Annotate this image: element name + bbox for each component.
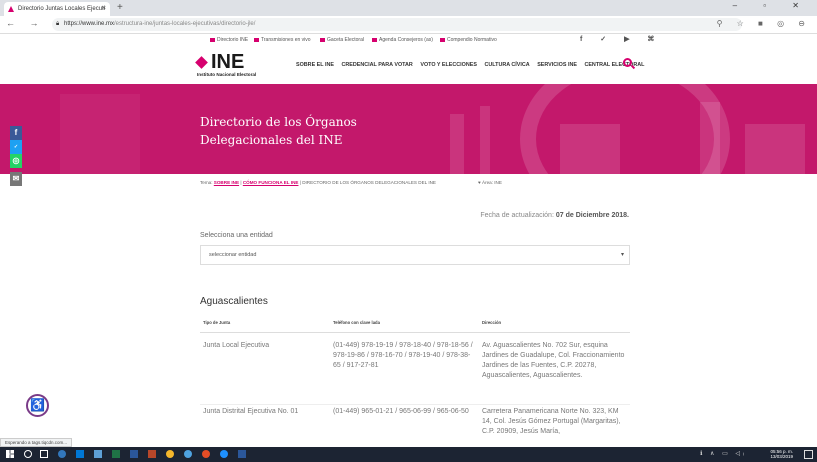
task-view-icon[interactable] [40,450,48,458]
util-link-transmisiones[interactable]: Transmisiones en vivo [254,37,311,43]
logo-text: INE [211,51,245,73]
update-date-label: Fecha de actualización: [480,212,556,219]
main-nav: SOBRE EL INE CREDENCIAL PARA VOTAR VOTO … [296,62,650,68]
clock[interactable]: 05:56 p. m. 13/03/2019 [770,449,793,459]
entity-select[interactable]: seleccionar entidad ▾ [200,245,630,265]
utility-bar: Directorio INE Transmisiones en vivo Gac… [0,34,817,46]
window-controls[interactable]: – ▫ ✕ [733,1,811,10]
page-title: Directorio de los Órganos Delegacionales… [200,115,357,147]
cell-direccion: Carretera Panamericana Norte No. 323, KM… [482,408,621,435]
tab-close-icon[interactable]: × [102,2,106,16]
cell-tipo: Junta Local Ejecutiva [203,342,270,349]
cell-tipo: Junta Distrital Ejecutiva No. 01 [203,408,299,415]
browser-tab[interactable]: Directorio Juntas Locales Ejecuti × [4,2,110,16]
url-path: /estructura-ine/juntas-locales-ejecutiva… [114,21,256,27]
powerpoint-icon[interactable] [148,450,156,458]
new-tab-button[interactable]: + [117,2,123,13]
breadcrumb-current: | DIRECTORIO DE LOS ÓRGANOS DELEGACIONAL… [298,180,436,185]
browser-status-bar: Esperando a tags.tiqcdn.com... [0,438,73,447]
table-row: Junta Local Ejecutiva (01-449) 978-19-19… [200,333,630,405]
table-header: Tipo de Junta Teléfono con clave lada Di… [200,317,630,333]
excel-icon[interactable] [112,450,120,458]
nav-voto-elecciones[interactable]: VOTO Y ELECCIONES [420,62,477,68]
update-date-value: 07 de Diciembre 2018. [555,212,629,219]
url-field[interactable]: 🔒︎ https://www.ine.mx/estructura-ine/jun… [52,18,742,31]
util-link-directorio[interactable]: Directorio INE [210,37,248,43]
column-header-tipo: Tipo de Junta [203,320,231,325]
lock-icon: 🔒︎ [56,21,60,27]
breadcrumb-prefix: Tema: [200,180,214,185]
firefox-icon[interactable] [202,450,210,458]
hero-building-decoration [60,94,140,174]
address-bar-row: ← → C 🔒︎ https://www.ine.mx/estructura-i… [0,16,817,34]
clock-date: 13/03/2019 [770,454,793,459]
util-link-compendio[interactable]: Compendio Normativo [440,37,497,43]
store-icon[interactable] [76,450,84,458]
word-icon[interactable] [130,450,138,458]
browser-tab-strip: Directorio Juntas Locales Ejecuti × + – … [0,0,817,16]
column-header-telefono: Teléfono con clave lada [333,320,380,325]
breadcrumb-link-como-funciona[interactable]: CÓMO FUNCIONA EL INE [243,180,299,185]
chevron-down-icon: ▾ [620,252,624,258]
social-top-icons[interactable]: f ✓ ▶ ⌘ [580,35,662,43]
twitter-share-icon[interactable]: ✓ [10,140,22,154]
util-link-agenda[interactable]: Agenda Consejeros (as) [372,37,433,43]
whatsapp-share-icon[interactable]: ◎ [10,154,22,168]
table-row: Junta Distrital Ejecutiva No. 01 (01-449… [200,399,630,447]
system-tray-icons[interactable]: ℹ ∧ ▭ ◁ᵢ [700,450,747,457]
app-icon[interactable] [184,450,192,458]
cell-telefono: (01-449) 978-19-19 / 978-18-40 / 978-18-… [333,342,473,369]
breadcrumb: Tema: SOBRE INE | CÓMO FUNCIONA EL INE |… [200,180,436,185]
book-icon [440,37,445,42]
url-domain: https://www.ine.mx [64,21,115,27]
ie-icon[interactable] [220,450,228,458]
entity-select-label: Selecciona una entidad [200,232,273,239]
ine-favicon-icon [8,6,14,12]
facebook-share-icon[interactable]: f [10,126,22,140]
gazette-icon [320,37,325,42]
hero-building-decoration [745,124,805,174]
column-header-direccion: Dirección [482,320,502,325]
video-icon [254,37,259,42]
search-icon[interactable] [623,58,632,67]
cell-telefono: (01-449) 965-01-21 / 965-06-99 / 965-06-… [333,408,469,415]
cell-direccion: Av. Aguascalientes No. 702 Sur, esquina … [482,342,625,379]
hero-building-decoration [560,124,620,174]
nav-servicios-ine[interactable]: SERVICIOS INE [537,62,577,68]
edge-browser-icon[interactable] [58,450,66,458]
email-share-icon[interactable]: ✉ [10,172,22,186]
state-title: Aguascalientes [200,296,268,307]
hero-arch-decoration [520,84,730,174]
area-label: ♥ Área: INE [478,180,502,185]
logo-subtitle: Instituto Nacional Electoral [197,72,257,77]
nav-cultura-civica[interactable]: CULTURA CÍVICA [484,62,529,68]
os-taskbar: ℹ ∧ ▭ ◁ᵢ 05:56 p. m. 13/03/2019 [0,447,817,462]
outlook-icon[interactable] [238,450,246,458]
directory-icon [210,37,215,42]
entity-select-value: seleccionar entidad [209,252,257,258]
chrome-icon[interactable] [166,450,174,458]
mail-icon[interactable] [94,450,102,458]
accessibility-icon[interactable]: ♿ [26,394,49,417]
logo-diamond-icon [195,56,208,69]
hero-building-decoration [480,106,490,174]
nav-sobre-ine[interactable]: SOBRE EL INE [296,62,334,68]
nav-credencial[interactable]: CREDENCIAL PARA VOTAR [341,62,412,68]
browser-toolbar-icons[interactable]: ⚲ ☆ ■ ◎ ⊖ [717,19,811,28]
ine-logo[interactable]: INE Instituto Nacional Electoral [195,51,277,81]
site-header: INE Instituto Nacional Electoral SOBRE E… [0,46,817,84]
hero-building-decoration [450,114,464,174]
calendar-icon [372,37,377,42]
hero-building-decoration [700,102,720,174]
update-date: Fecha de actualización: 07 de Diciembre … [400,212,629,219]
breadcrumb-link-sobre-ine[interactable]: SOBRE INE [214,180,239,185]
notification-icon[interactable] [804,450,813,459]
search-icon[interactable] [24,450,32,458]
tab-title: Directorio Juntas Locales Ejecuti [18,6,106,12]
windows-start-icon[interactable] [6,450,14,458]
util-link-gaceta[interactable]: Gaceta Electoral [320,37,364,43]
